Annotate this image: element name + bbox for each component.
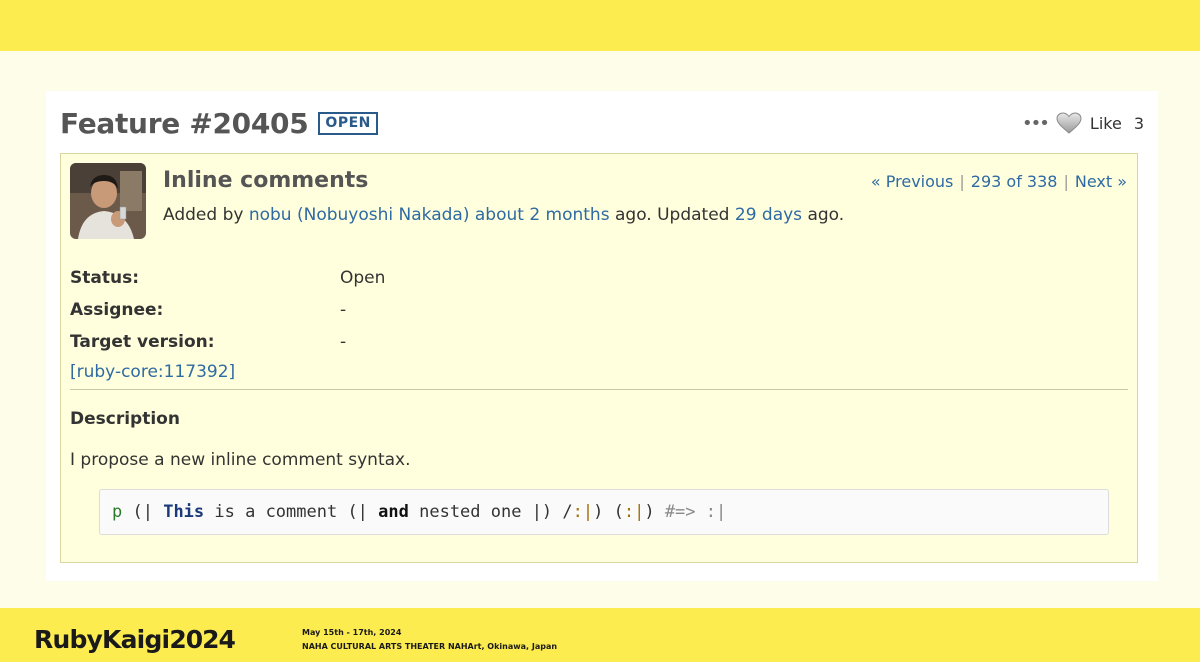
status-value: Open	[340, 268, 386, 288]
code-token: :|	[623, 502, 645, 522]
description-text: I propose a new inline comment syntax.	[70, 450, 411, 470]
like-button[interactable]: Like	[1090, 114, 1122, 133]
code-token: nested one |) /	[408, 502, 573, 522]
code-token: :|	[572, 502, 594, 522]
header-actions: ••• Like 3	[1022, 112, 1144, 134]
assignee-label: Assignee:	[70, 300, 164, 320]
updated-suffix: ago.	[807, 205, 845, 225]
updated-prefix: ago. Updated	[614, 205, 730, 225]
target-version-value: -	[340, 332, 347, 352]
issue-details-box: Inline comments « Previous | 293 of 338 | Ne…	[60, 153, 1138, 563]
status-badge: OPEN	[318, 111, 378, 135]
event-venue: NAHA CULTURAL ARTS THEATER NAHArt, Okina…	[302, 642, 558, 651]
issue-title: Feature #20405	[60, 106, 309, 140]
description-heading: Description	[70, 409, 180, 429]
issue-header: Feature #20405 OPEN ••• Like 3	[60, 103, 1144, 143]
code-token: This	[163, 502, 205, 522]
previous-link[interactable]: « Previous	[871, 172, 954, 191]
updated-time-link[interactable]: 29 days	[735, 205, 802, 225]
attribute-row-status: Status: Open	[70, 262, 1130, 294]
rubykaigi-logo: RubyKaigi 2024	[34, 625, 236, 654]
issue-navigation: « Previous | 293 of 338 | Next »	[871, 172, 1127, 191]
code-token: (|	[122, 502, 164, 522]
code-token: p	[112, 502, 123, 522]
issue-page: Feature #20405 OPEN ••• Like 3 Inline co…	[46, 91, 1158, 581]
footer-banner: RubyKaigi 2024 May 15th - 17th, 2024 NAHA…	[0, 608, 1200, 662]
top-banner	[0, 0, 1200, 51]
code-token: is a comment (|	[204, 502, 379, 522]
issue-attributes: Status: Open Assignee: - Target version:…	[70, 262, 1130, 382]
author-link[interactable]: nobu (Nobuyoshi Nakada)	[249, 205, 470, 225]
like-count: 3	[1133, 113, 1144, 133]
event-date: May 15th - 17th, 2024	[302, 628, 402, 637]
code-block: p (| This is a comment (| and nested one…	[99, 489, 1109, 535]
issue-subject: Inline comments	[163, 168, 369, 193]
status-label: Status:	[70, 268, 139, 288]
heart-icon[interactable]	[1056, 112, 1082, 134]
more-options-icon[interactable]: •••	[1022, 113, 1050, 134]
brand-name: RubyKaigi	[34, 625, 170, 654]
slide-area: Feature #20405 OPEN ••• Like 3 Inline co…	[0, 51, 1200, 608]
target-version-label: Target version:	[70, 332, 215, 352]
nav-separator: |	[959, 172, 965, 191]
assignee-value: -	[340, 300, 347, 320]
brand-year: 2024	[169, 625, 236, 654]
attribute-row-assignee: Assignee: -	[70, 294, 1130, 326]
created-time-link[interactable]: about 2 months	[475, 205, 610, 225]
avatar[interactable]	[70, 163, 146, 239]
author-line: Added by nobu (Nobuyoshi Nakada) about 2…	[163, 205, 844, 225]
code-token: and	[378, 502, 409, 522]
code-token: #=> :|	[664, 502, 727, 522]
position-link[interactable]: 293 of 338	[971, 172, 1058, 191]
event-info: May 15th - 17th, 2024 NAHA CULTURAL ARTS…	[302, 626, 557, 654]
nav-separator: |	[1063, 172, 1069, 191]
divider	[70, 389, 1128, 390]
attribute-row-target-version: Target version: -	[70, 326, 1130, 358]
code-token: )	[644, 502, 665, 522]
code-token: ) (	[593, 502, 624, 522]
next-link[interactable]: Next »	[1075, 172, 1127, 191]
added-by-prefix: Added by	[163, 205, 244, 225]
ruby-core-link[interactable]: [ruby-core:117392]	[70, 362, 1130, 382]
